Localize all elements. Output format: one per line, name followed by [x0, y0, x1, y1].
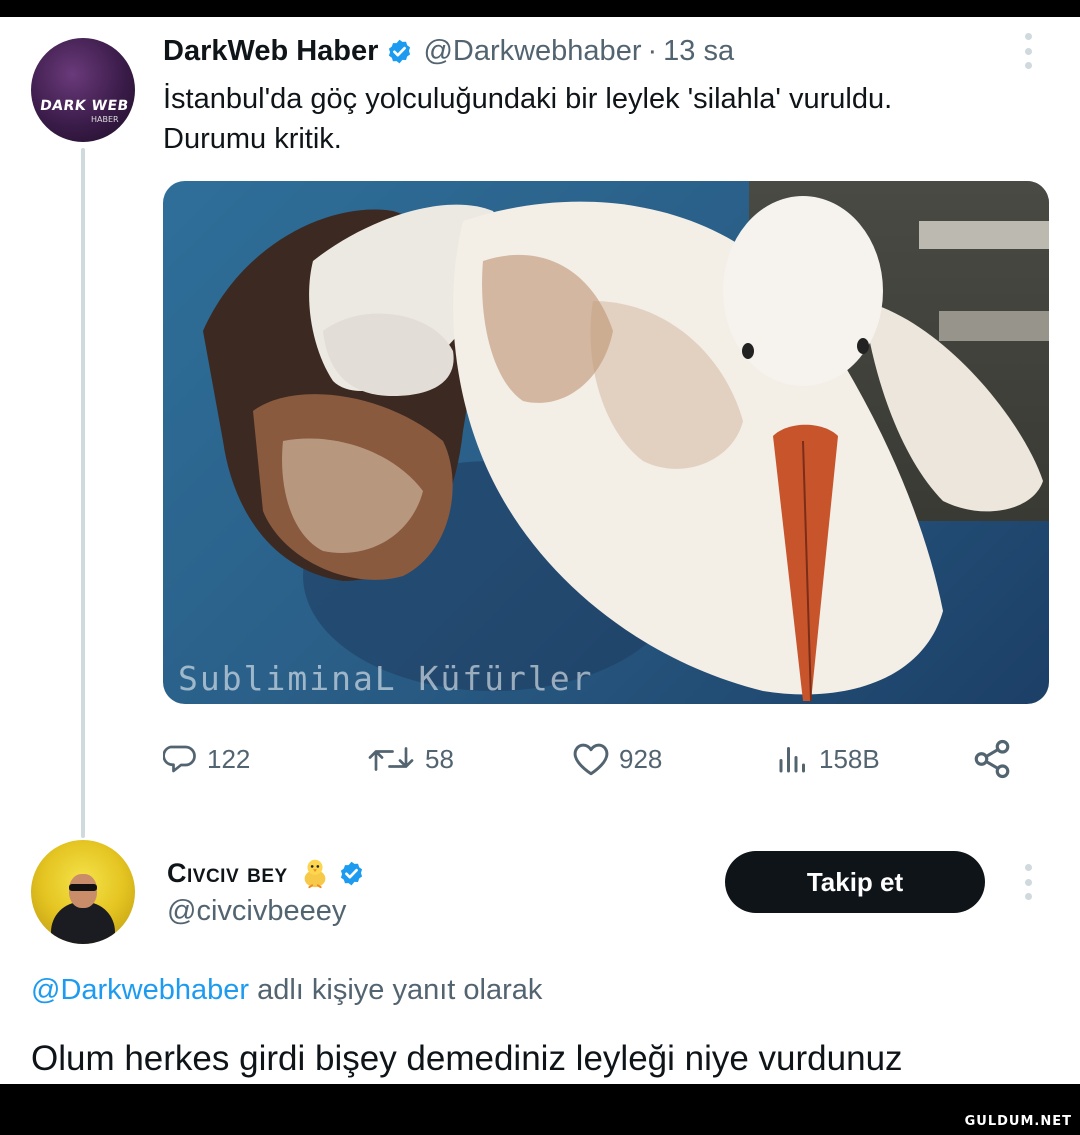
tweet-actions: 122 58 928 158B	[163, 737, 1023, 781]
avatar-logo-subtext: HABER	[91, 115, 119, 124]
tweet-image[interactable]: SubliminaL Küfürler	[163, 181, 1049, 704]
verified-badge-icon	[389, 39, 411, 63]
reply-author-row: Cıvcıv bey	[167, 853, 365, 893]
reply-icon	[163, 745, 196, 773]
retweet-action[interactable]: 58	[365, 737, 454, 781]
site-watermark: GULDUM.NET	[964, 1114, 1072, 1129]
avatar[interactable]: DARK WEB HABER	[31, 38, 135, 142]
more-options-icon[interactable]	[1023, 864, 1033, 900]
avatar-logo-text: DARK WEB	[38, 98, 130, 114]
retweet-icon	[368, 747, 414, 771]
avatar-figure	[51, 902, 115, 944]
thread-line	[81, 148, 85, 838]
tweet-text-line: İstanbul'da göç yolculuğundaki bir leyle…	[163, 83, 893, 115]
share-icon	[974, 739, 1010, 779]
stork-illustration	[203, 196, 1043, 702]
author-name[interactable]: DarkWeb Haber	[163, 35, 378, 68]
bottom-bar	[0, 1101, 1080, 1135]
author-handle[interactable]: @civcivbeeey	[167, 895, 346, 928]
reply-to-mention[interactable]: @Darkwebhaber	[31, 974, 249, 1006]
author-handle[interactable]: @Darkwebhaber	[423, 35, 641, 68]
more-options-icon[interactable]	[1023, 33, 1033, 69]
verified-badge-icon	[340, 861, 362, 885]
tweet-text: İstanbul'da göç yolculuğundaki bir leyle…	[163, 79, 1063, 159]
retweet-count: 58	[425, 743, 454, 774]
avatar-figure	[69, 874, 97, 908]
tweet-thread: DARK WEB HABER DarkWeb Haber @Darkwebhab…	[0, 0, 1080, 1084]
views-count: 158B	[819, 743, 880, 774]
avatar[interactable]	[31, 840, 135, 944]
author-name[interactable]: Cıvcıv bey	[167, 858, 288, 889]
image-watermark: SubliminaL Küfürler	[178, 659, 594, 698]
like-count: 928	[619, 743, 663, 774]
separator-dot: ·	[647, 34, 658, 67]
chick-emoji-icon	[304, 859, 326, 889]
like-action[interactable]: 928	[571, 737, 662, 781]
share-action[interactable]	[971, 737, 1013, 781]
views-action[interactable]: 158B	[775, 737, 880, 781]
avatar-figure	[69, 884, 97, 891]
tweet-header: DarkWeb Haber @Darkwebhaber · 13 sa	[163, 31, 734, 71]
tweet-time[interactable]: 13 sa	[663, 35, 734, 68]
tweet-text-line: Durumu kritik.	[163, 123, 342, 155]
reply-to-label: adlı kişiye yanıt olarak	[249, 974, 543, 1006]
views-chart-icon	[779, 747, 805, 773]
reply-action[interactable]: 122	[163, 737, 250, 781]
reply-context: @Darkwebhaber adlı kişiye yanıt olarak	[31, 974, 542, 1007]
reply-count: 122	[207, 743, 251, 774]
heart-icon	[573, 743, 609, 776]
reply-text: Olum herkes girdi bişey demediniz leyleğ…	[31, 1039, 903, 1078]
follow-button[interactable]: Takip et	[725, 851, 985, 913]
